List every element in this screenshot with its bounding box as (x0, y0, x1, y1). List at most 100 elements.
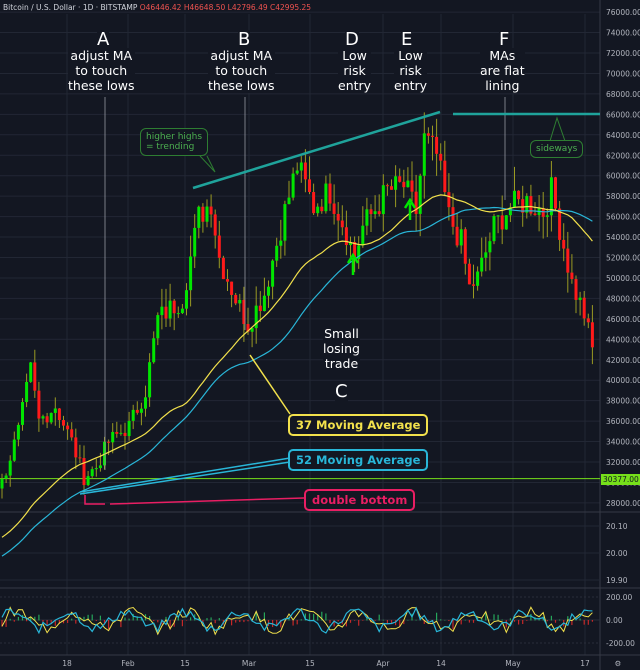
double-bottom-callout: double bottom (304, 489, 416, 511)
indicator-tick-label: 20.00 (606, 549, 628, 558)
candle-up (476, 271, 480, 286)
histogram-bar (526, 620, 528, 621)
histogram-bar (505, 620, 507, 628)
candle-up (545, 215, 549, 217)
candle-up (504, 215, 508, 230)
candle-down (201, 206, 205, 222)
histogram-bar (181, 620, 183, 627)
price-tick-label: 68000.00 (606, 90, 640, 99)
candle-up (94, 468, 98, 470)
histogram-bar (579, 618, 581, 621)
histogram-bar (99, 615, 101, 621)
price-tick-label: 70000.00 (606, 69, 640, 78)
candle-up (131, 409, 135, 421)
price-tick-label: 50000.00 (606, 274, 640, 283)
price-tick-label: 38000.00 (606, 397, 640, 406)
histogram-bar (300, 619, 302, 621)
candle-down (213, 214, 217, 236)
candle-up (373, 211, 377, 215)
price-tick-label: 56000.00 (606, 213, 640, 222)
histogram-bar (83, 616, 85, 621)
label-b: B (238, 29, 251, 50)
candle-down (410, 180, 414, 192)
symbol-name[interactable]: Bitcoin / U.S. Dollar (3, 3, 76, 12)
histogram-bar (472, 620, 475, 623)
candle-up (324, 183, 328, 212)
candle-up (406, 180, 410, 188)
candle-down (78, 457, 82, 459)
histogram-bar (108, 620, 110, 630)
histogram-bar (206, 618, 208, 621)
histogram-bar (501, 619, 503, 621)
settings-gear-icon[interactable]: ⚙ (615, 659, 622, 668)
histogram-bar (509, 618, 511, 621)
price-tick-label: 74000.00 (606, 29, 640, 38)
candle-down (33, 362, 37, 391)
price-chart[interactable]: 28000.0030000.0032000.0034000.0036000.00… (0, 0, 640, 670)
histogram-bar (9, 618, 11, 621)
candle-down (463, 229, 467, 264)
histogram-bar (587, 620, 589, 625)
candle-up (160, 306, 164, 316)
note-b: adjust MA to touch these lows (208, 48, 275, 93)
candle-down (390, 186, 393, 190)
higher-highs-pointer (199, 155, 216, 173)
candle-up (492, 216, 496, 242)
candle-up (185, 290, 188, 309)
candle-up (394, 176, 398, 190)
candle-up (365, 209, 369, 226)
candle-down (115, 431, 119, 434)
oscillator-tick-label: 0.00 (606, 616, 623, 625)
candle-down (500, 215, 504, 230)
price-tick-label: 40000.00 (606, 376, 640, 385)
candle-down (258, 305, 262, 312)
candle-up (189, 256, 193, 291)
histogram-bar (337, 620, 339, 622)
histogram-bar (513, 620, 516, 622)
candle-down (398, 176, 402, 182)
candle-up (361, 225, 365, 246)
candle-down (70, 429, 74, 438)
histogram-bar (128, 618, 130, 621)
candle-up (197, 206, 201, 228)
price-tick-label: 46000.00 (606, 315, 640, 324)
candle-down (135, 409, 139, 413)
histogram-bar (489, 619, 491, 621)
candle-up (193, 227, 197, 257)
time-tick-label: Feb (121, 659, 135, 668)
histogram-bar (530, 613, 532, 621)
time-tick-label: 15 (180, 659, 190, 668)
histogram-bar (583, 620, 585, 625)
price-tick-label: 36000.00 (606, 417, 640, 426)
candle-down (443, 160, 447, 193)
candle-down (447, 192, 451, 208)
candle-up (381, 185, 385, 215)
time-tick-label: Apr (377, 659, 391, 668)
oscillator-tick-label: 200.00 (606, 593, 632, 602)
histogram-bar (354, 620, 356, 621)
histogram-bar (26, 620, 28, 622)
histogram-bar (440, 619, 442, 621)
price-tick-label: 72000.00 (606, 49, 640, 58)
histogram-bar (308, 613, 311, 621)
interval[interactable]: 1D (83, 3, 94, 12)
high-value: H46648.50 (183, 3, 226, 12)
candle-up (480, 257, 484, 272)
candle-up (86, 476, 90, 486)
ma37-line (1, 194, 593, 538)
candle-down (74, 437, 78, 458)
candle-down (226, 279, 229, 282)
histogram-bar (17, 616, 19, 621)
histogram-bar (71, 618, 73, 621)
candle-up (291, 173, 295, 198)
candle-down (435, 136, 439, 154)
candle-down (586, 318, 590, 323)
histogram-bar (460, 620, 462, 625)
histogram-bar (554, 620, 557, 623)
price-tick-label: 44000.00 (606, 335, 640, 344)
candle-up (180, 308, 184, 314)
candle-up (127, 420, 131, 437)
histogram-bar (518, 620, 520, 625)
histogram-bar (296, 620, 298, 625)
candle-up (176, 313, 180, 315)
